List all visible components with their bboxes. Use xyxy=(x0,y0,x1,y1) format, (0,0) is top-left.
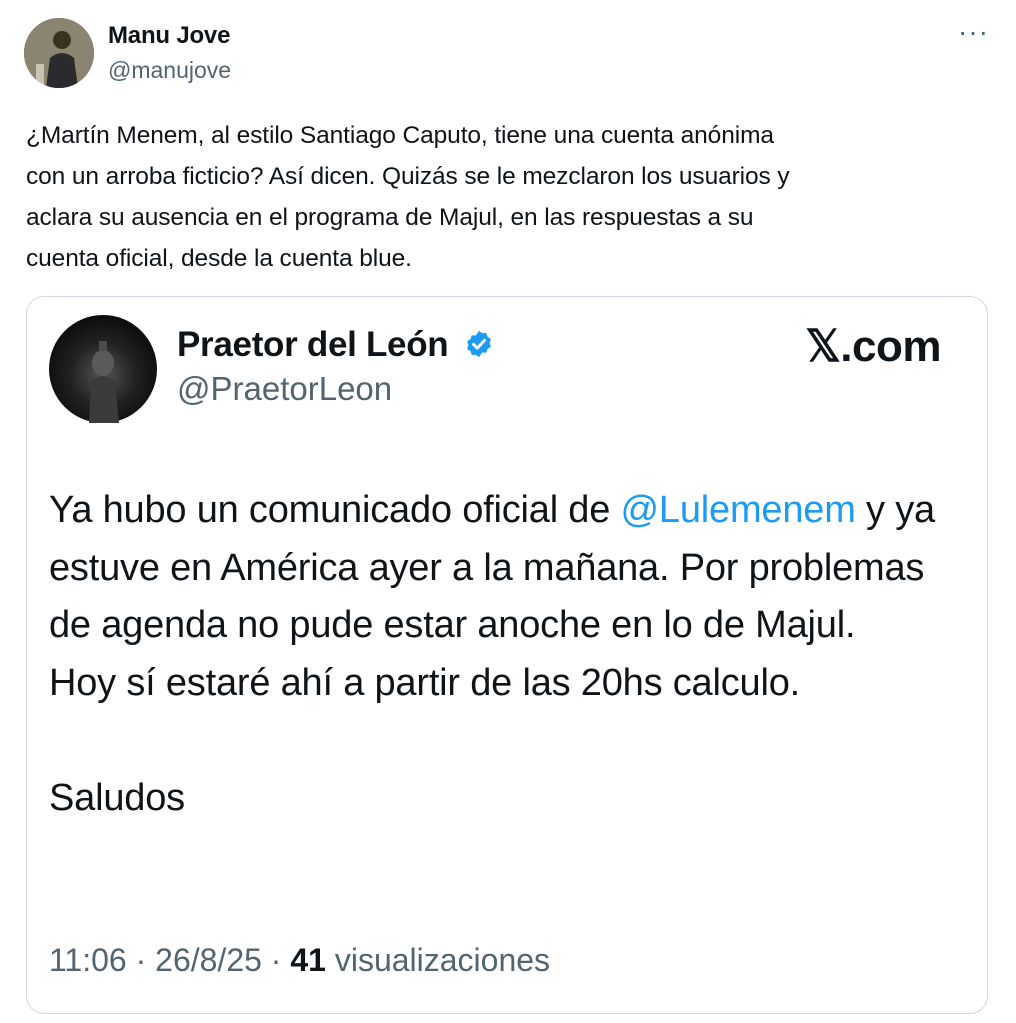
author-avatar[interactable] xyxy=(24,18,94,88)
quoted-author-handle[interactable]: @PraetorLeon xyxy=(177,370,392,408)
quoted-author-name[interactable]: Praetor del León xyxy=(177,325,449,364)
author-handle[interactable]: @manujove xyxy=(108,57,231,84)
x-logo-label: 𝕏.com xyxy=(805,322,941,371)
mention-link[interactable]: @Lulemenem xyxy=(621,489,856,531)
views-count: 41 xyxy=(290,942,326,978)
warrior-statue-icon xyxy=(89,341,119,423)
views-label: visualizaciones xyxy=(334,942,551,978)
quoted-paragraph-1: Ya hubo un comunicado oficial de @Luleme… xyxy=(49,482,974,655)
quoted-paragraph-2: Hoy sí estaré ahí a partir de las 20hs c… xyxy=(49,661,800,704)
quoted-post-text: Ya hubo un comunicado oficial de @Luleme… xyxy=(49,482,974,827)
more-options-icon[interactable]: ··· xyxy=(958,16,989,48)
quoted-text-intro: Ya hubo un comunicado oficial de xyxy=(49,489,621,531)
quoted-closing: Saludos xyxy=(49,776,185,819)
tweet-text: ¿Martín Menem, al estilo Santiago Caputo… xyxy=(26,122,790,272)
quoted-author-name-row[interactable]: Praetor del León xyxy=(177,325,494,365)
author-name[interactable]: Manu Jove xyxy=(108,22,230,50)
avatar-photo-icon xyxy=(24,18,94,88)
post-date[interactable]: 26/8/25 xyxy=(155,942,262,978)
post-time[interactable]: 11:06 xyxy=(49,942,127,978)
meta-separator: · xyxy=(126,942,156,978)
quoted-post-card[interactable]: Praetor del León @PraetorLeon 𝕏.com Ya h… xyxy=(26,296,988,1014)
post-metadata: 11:06 · 26/8/25 · 41 visualizaciones xyxy=(49,942,550,979)
quoted-author-avatar[interactable] xyxy=(49,315,157,423)
verified-badge-icon xyxy=(466,330,491,357)
meta-separator: · xyxy=(261,942,291,978)
